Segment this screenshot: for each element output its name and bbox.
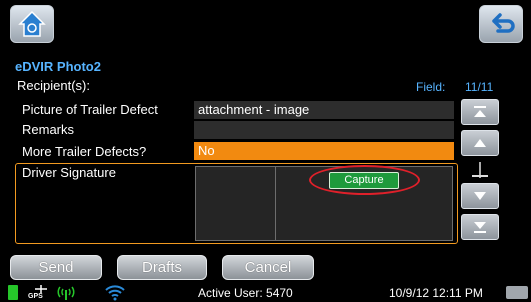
- recipients-label: Recipient(s):: [17, 78, 90, 93]
- gps-label: GPS: [28, 293, 43, 300]
- more-trailer-defects-field[interactable]: No: [194, 142, 454, 160]
- remarks-label: Remarks: [22, 122, 75, 137]
- send-button[interactable]: Send: [10, 255, 102, 280]
- scroll-thumb[interactable]: [472, 175, 488, 177]
- scroll-to-bottom-button[interactable]: [461, 214, 499, 240]
- page-title: eDVIR Photo2: [15, 59, 101, 74]
- driver-signature-label: Driver Signature: [22, 165, 116, 180]
- datetime-text: 10/9/12 12:11 PM: [389, 286, 483, 300]
- back-arrow-icon: [492, 13, 515, 33]
- wifi-icon: [105, 285, 125, 301]
- home-icon: [18, 10, 46, 37]
- more-trailer-defects-label: More Trailer Defects?: [22, 144, 147, 159]
- top-bar: [0, 0, 531, 48]
- home-button[interactable]: [10, 5, 54, 43]
- remarks-field[interactable]: [194, 121, 454, 139]
- keyboard-icon[interactable]: [506, 286, 528, 299]
- active-user-text: Active User: 5470: [198, 286, 293, 300]
- cancel-button[interactable]: Cancel: [222, 255, 314, 280]
- drafts-button[interactable]: Drafts: [117, 255, 207, 280]
- scroll-down-button[interactable]: [461, 183, 499, 209]
- scroll-to-top-button[interactable]: [461, 99, 499, 125]
- scroll-up-button[interactable]: [461, 130, 499, 156]
- scroll-to-bottom-icon: [474, 222, 486, 233]
- signal-icon: [57, 286, 75, 300]
- scroll-to-top-icon: [474, 106, 486, 117]
- back-button[interactable]: [479, 5, 523, 43]
- signature-pad-divider: [275, 166, 276, 241]
- scroll-up-icon: [474, 139, 486, 147]
- capture-highlight-ring: [309, 165, 420, 195]
- field-counter-value: 11/11: [465, 80, 494, 94]
- scroll-down-icon: [474, 192, 486, 200]
- trailer-defect-photo-label: Picture of Trailer Defect: [22, 102, 158, 117]
- trailer-defect-photo-field[interactable]: attachment - image: [194, 101, 454, 119]
- field-counter-label: Field:: [416, 80, 446, 94]
- battery-icon: [8, 285, 18, 300]
